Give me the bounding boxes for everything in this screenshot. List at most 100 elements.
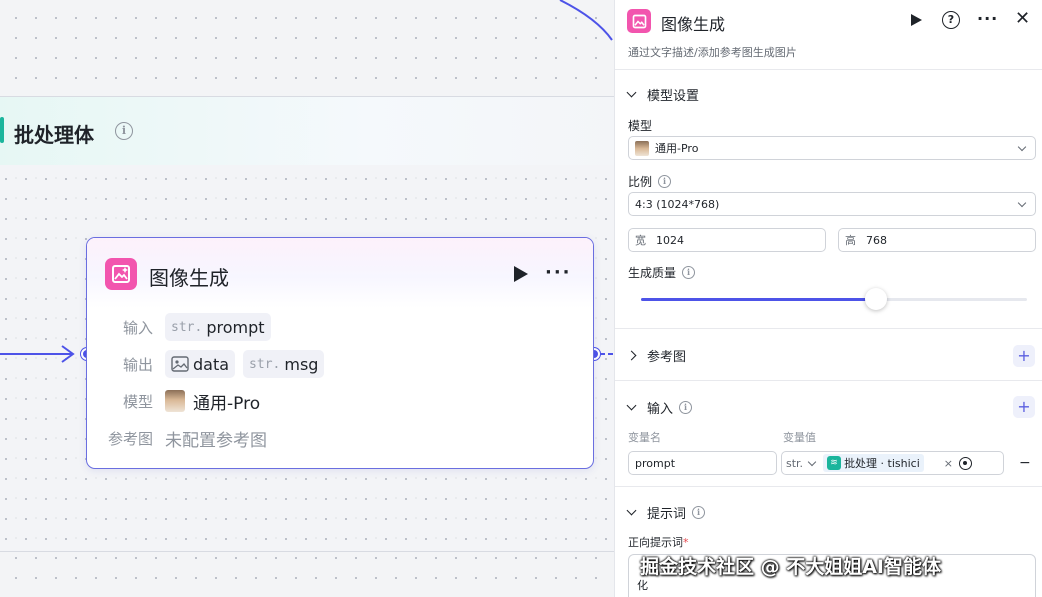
remove-input-button[interactable]: − <box>1019 455 1031 471</box>
ratio-select-value: 4:3 (1024*768) <box>635 197 720 211</box>
chevron-down-icon <box>1017 142 1027 152</box>
node-output-row: 输出 data str. msg <box>105 350 332 378</box>
chevron-down-icon <box>626 87 637 98</box>
height-input[interactable]: 高 768 <box>838 228 1036 252</box>
slider-thumb[interactable] <box>865 288 888 310</box>
info-icon[interactable]: i <box>682 266 696 279</box>
section-title: 参考图 <box>647 350 687 365</box>
model-avatar <box>635 140 649 156</box>
info-icon[interactable]: i <box>658 175 672 188</box>
var-value-header: 变量值 <box>783 431 816 444</box>
quality-label: 生成质量 <box>628 266 677 280</box>
divider <box>615 328 1042 329</box>
positive-label: 正向提示词 <box>628 536 683 549</box>
model-value: 通用-Pro <box>193 393 261 414</box>
output-chip-msg: str. msg <box>243 350 325 378</box>
node-model-row: 模型 通用-Pro <box>105 387 260 415</box>
close-icon[interactable]: ✕ <box>1015 8 1030 29</box>
var-ref-tag: ≋ 批处理 · tishici <box>823 454 924 472</box>
image-generate-icon <box>627 9 651 33</box>
section-reference[interactable]: 参考图 <box>626 346 687 365</box>
var-name-input[interactable]: prompt <box>628 451 777 475</box>
divider <box>615 69 1042 70</box>
quality-slider[interactable] <box>641 288 1027 310</box>
layers-icon: ≋ <box>827 456 842 470</box>
target-icon[interactable] <box>959 456 973 470</box>
panel-title: 图像生成 <box>661 15 726 34</box>
width-prefix: 宽 <box>635 234 646 247</box>
chevron-down-icon <box>1017 198 1027 208</box>
batch-header: 批处理体 i <box>0 97 614 165</box>
width-input[interactable]: 宽 1024 <box>628 228 826 252</box>
watermark: 掘金技术社区 @ 不大姐姐AI智能体 <box>640 556 942 578</box>
info-icon[interactable]: i <box>692 506 706 519</box>
info-icon[interactable]: i <box>679 401 693 414</box>
ratio-label-row: 比例 i <box>628 173 672 190</box>
help-icon[interactable]: ? <box>942 11 960 29</box>
type-label: str. <box>249 356 281 372</box>
chevron-down-icon <box>626 505 637 516</box>
outgoing-edge <box>600 353 614 355</box>
incoming-edge <box>0 345 75 363</box>
more-icon[interactable]: ··· <box>977 9 998 28</box>
panel-description: 通过文字描述/添加参考图生成图片 <box>628 46 797 59</box>
more-icon[interactable]: ··· <box>545 262 572 283</box>
divider <box>615 380 1042 381</box>
batch-accent-bar <box>0 117 4 143</box>
section-prompt[interactable]: 提示词 i <box>626 503 706 522</box>
model-label: 模型 <box>628 119 653 133</box>
input-label: 输入 <box>122 318 153 337</box>
output-chip-data: data <box>165 350 236 378</box>
chip-name: data <box>193 354 230 374</box>
var-name-value: prompt <box>635 456 676 470</box>
chip-name: prompt <box>206 317 265 337</box>
image-icon <box>171 356 189 372</box>
run-icon[interactable] <box>514 266 528 282</box>
height-prefix: 高 <box>845 234 856 247</box>
chevron-right-icon <box>626 350 637 361</box>
output-label: 输出 <box>122 355 153 374</box>
image-generate-node[interactable]: 图像生成 ··· 输入 str. prompt 输出 data str. msg… <box>86 237 594 469</box>
workflow-canvas[interactable]: 批处理体 i 图像生成 ··· 输入 str. prompt 输出 data s… <box>0 0 614 597</box>
add-reference-button[interactable]: + <box>1013 345 1035 367</box>
chevron-down-icon <box>807 457 817 466</box>
ref-label: 参考图 <box>107 429 153 448</box>
run-icon[interactable] <box>911 14 922 26</box>
divider <box>615 486 1042 487</box>
ratio-label: 比例 <box>628 175 653 189</box>
var-ref-value: 批处理 · tishici <box>844 457 920 470</box>
node-config-panel: 图像生成 ? ··· ✕ 通过文字描述/添加参考图生成图片 模型设置 模型 通用… <box>614 0 1042 597</box>
batch-title: 批处理体 <box>14 123 94 147</box>
ref-value: 未配置参考图 <box>165 430 267 451</box>
add-input-button[interactable]: + <box>1013 396 1035 418</box>
model-select[interactable]: 通用-Pro <box>628 136 1036 160</box>
prompt-text-value: 化 <box>637 579 648 592</box>
type-label: str. <box>171 319 203 335</box>
required-mark: * <box>683 535 689 549</box>
section-title: 模型设置 <box>647 89 700 104</box>
var-name-header: 变量名 <box>628 431 661 444</box>
quality-label-row: 生成质量 i <box>628 264 696 281</box>
chevron-down-icon <box>626 400 637 411</box>
section-input[interactable]: 输入 i <box>626 398 693 417</box>
width-value: 1024 <box>656 233 684 247</box>
chip-name: msg <box>284 354 319 374</box>
input-chip-prompt: str. prompt <box>165 313 271 341</box>
image-generate-icon <box>105 258 137 290</box>
section-model-settings[interactable]: 模型设置 <box>626 85 700 104</box>
model-avatar <box>165 390 185 412</box>
height-value: 768 <box>866 233 887 247</box>
var-type-select[interactable]: str. <box>786 457 803 470</box>
info-icon[interactable]: i <box>115 122 133 140</box>
section-title: 输入 <box>647 402 674 417</box>
model-select-value: 通用-Pro <box>655 142 699 155</box>
section-title: 提示词 <box>647 507 687 522</box>
var-value-field[interactable]: str. ≋ 批处理 · tishici × <box>781 451 1004 475</box>
ratio-select[interactable]: 4:3 (1024*768) <box>628 192 1036 216</box>
positive-prompt-label: 正向提示词 * <box>628 534 689 550</box>
slider-fill <box>641 298 877 301</box>
clear-icon[interactable]: × <box>944 457 953 470</box>
model-label: 模型 <box>122 392 153 411</box>
node-input-row: 输入 str. prompt <box>105 313 279 341</box>
node-ref-row: 参考图 未配置参考图 <box>105 424 267 452</box>
